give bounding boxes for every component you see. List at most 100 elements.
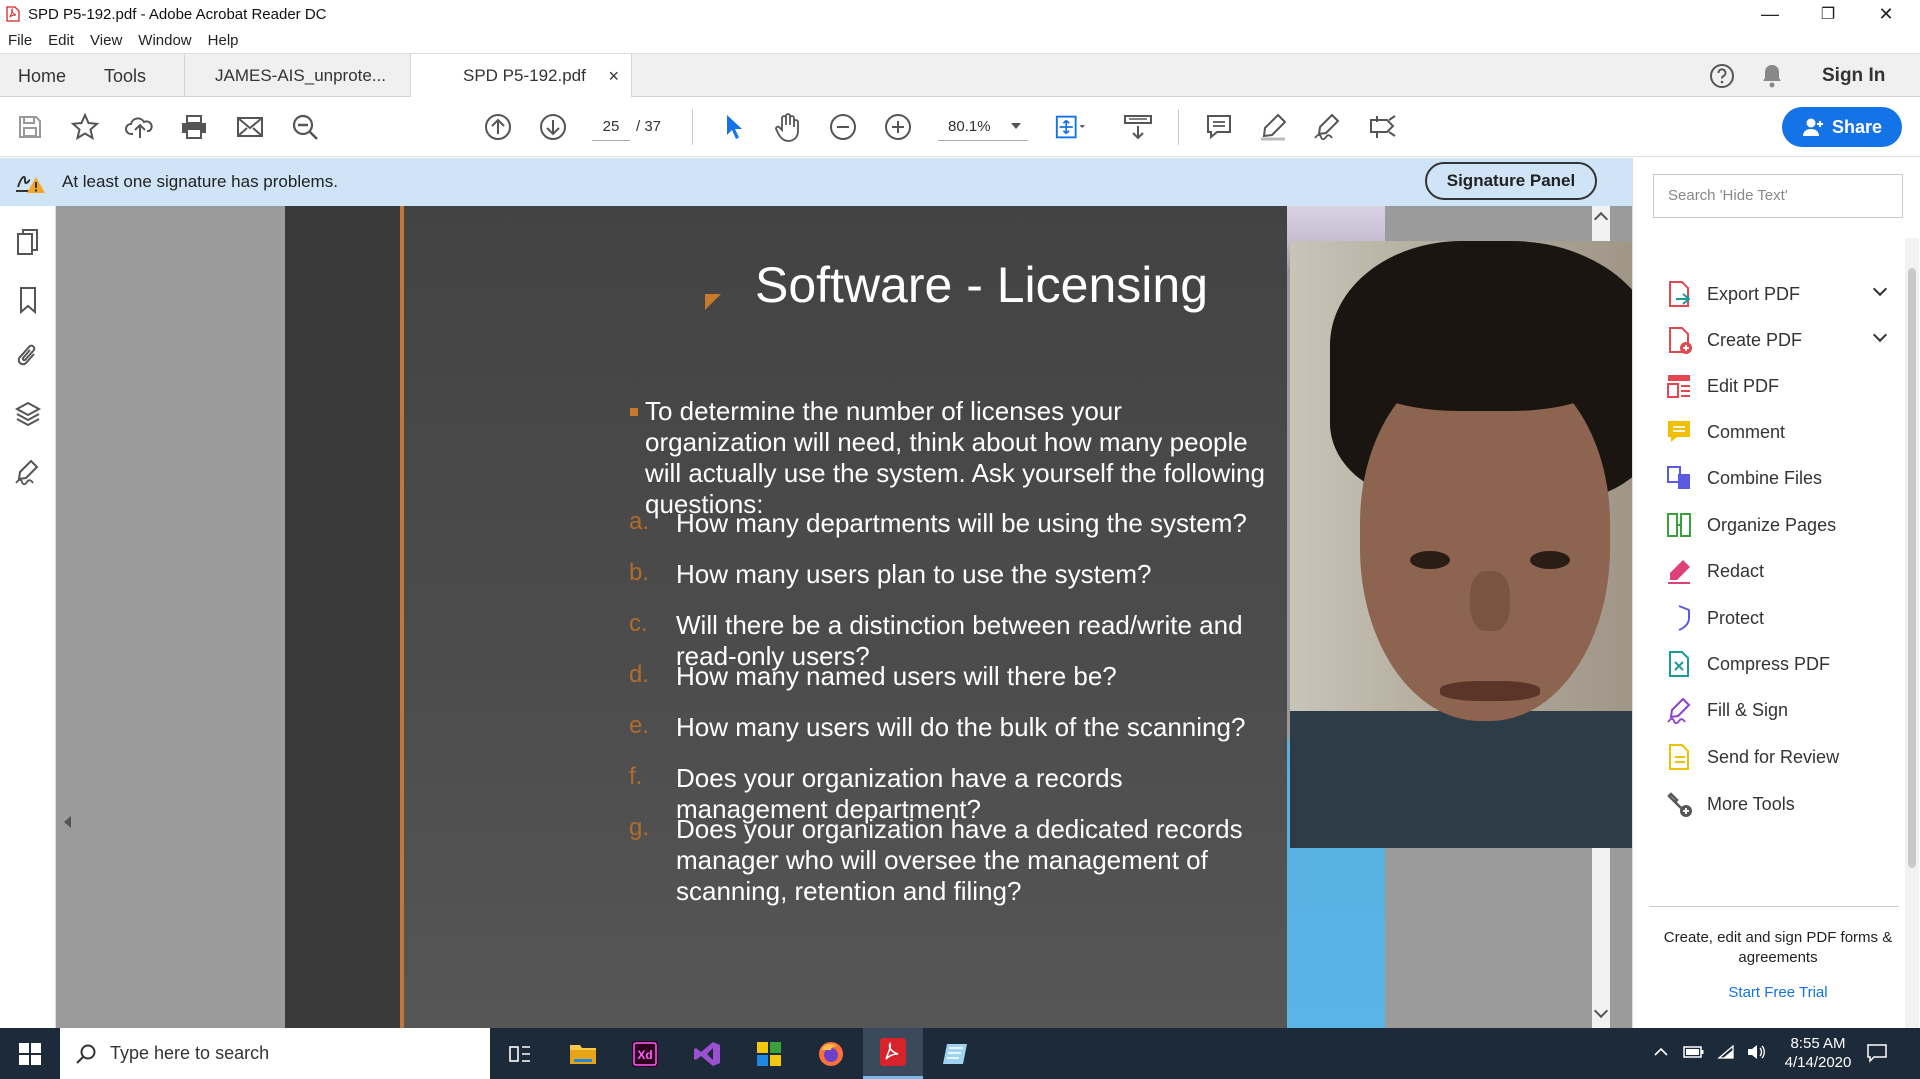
signature-warning-icon <box>14 167 46 197</box>
tool-label: More Tools <box>1707 793 1795 814</box>
tool-label: Combine Files <box>1707 467 1823 488</box>
taskbar-search-placeholder: Type here to search <box>110 1043 270 1063</box>
battery-icon[interactable] <box>1683 1044 1705 1065</box>
scrollbar-thumb[interactable] <box>1908 268 1916 868</box>
menu-help[interactable]: Help <box>208 32 239 49</box>
close-tab-icon[interactable]: × <box>608 66 619 87</box>
tool-redact[interactable]: Redact <box>1665 551 1895 591</box>
upload-cloud-icon[interactable] <box>124 111 156 143</box>
signatures-icon[interactable] <box>12 456 44 488</box>
comment-tool-icon[interactable] <box>1203 111 1235 143</box>
start-free-trial-link[interactable]: Start Free Trial <box>1653 984 1903 1001</box>
tool-create-pdf[interactable]: Create PDF <box>1665 320 1895 360</box>
tray-overflow-icon[interactable] <box>1653 1044 1669 1065</box>
previous-page-icon[interactable] <box>482 111 514 143</box>
menu-edit[interactable]: Edit <box>48 32 74 49</box>
chevron-down-icon[interactable] <box>1872 327 1888 343</box>
tool-combine-files[interactable]: Combine Files <box>1665 458 1895 498</box>
scroll-down-icon[interactable] <box>1593 1003 1609 1019</box>
next-page-icon[interactable] <box>537 111 569 143</box>
zoom-in-icon[interactable] <box>882 111 914 143</box>
menu-window[interactable]: Window <box>138 32 191 49</box>
layers-icon[interactable] <box>12 398 44 430</box>
share-button[interactable]: Share <box>1782 107 1902 147</box>
tool-send-for-review[interactable]: Send for Review <box>1665 737 1895 777</box>
chevron-down-icon[interactable] <box>1872 281 1888 297</box>
tool-edit-pdf[interactable]: Edit PDF <box>1665 366 1895 406</box>
tool-label: Comment <box>1707 421 1786 442</box>
notification-bell-icon[interactable] <box>1756 60 1788 92</box>
hand-tool-icon[interactable] <box>772 111 804 143</box>
webcam-eye <box>1410 551 1450 569</box>
taskbar-search-box[interactable]: Type here to search <box>60 1028 490 1079</box>
page-thumbnails-icon[interactable] <box>12 226 44 258</box>
protect-icon <box>1665 604 1693 632</box>
tools-divider <box>1649 906 1899 907</box>
tool-organize-pages[interactable]: Organize Pages <box>1665 505 1895 545</box>
webcam-nose <box>1470 571 1510 631</box>
visual-studio-icon[interactable] <box>677 1028 737 1079</box>
signature-panel-button[interactable]: Signature Panel <box>1425 162 1597 200</box>
print-icon[interactable] <box>178 111 210 143</box>
acrobat-reader-taskbar-icon[interactable] <box>863 1028 923 1079</box>
sign-in-link[interactable]: Sign In <box>1822 54 1885 98</box>
file-explorer-icon[interactable] <box>553 1028 613 1079</box>
tab-document-james[interactable]: JAMES-AIS_unprote... <box>184 54 410 98</box>
select-cursor-icon[interactable] <box>718 111 750 143</box>
star-icon[interactable] <box>69 111 101 143</box>
wifi-icon[interactable] <box>1717 1044 1735 1065</box>
zoom-dropdown-icon[interactable] <box>1011 123 1021 129</box>
share-link-icon[interactable] <box>1367 111 1399 143</box>
email-icon[interactable] <box>234 111 266 143</box>
tab-home[interactable]: Home <box>18 54 66 98</box>
menu-file[interactable]: File <box>8 32 32 49</box>
tab-document-spd[interactable]: SPD P5-192.pdf × <box>410 54 632 98</box>
start-button[interactable] <box>0 1028 60 1079</box>
app-tiles-icon[interactable] <box>739 1028 799 1079</box>
tool-fill-sign[interactable]: Fill & Sign <box>1665 690 1895 730</box>
action-center-icon[interactable] <box>1866 1042 1888 1069</box>
page-number-input[interactable]: 25 <box>592 113 630 141</box>
bookmarks-icon[interactable] <box>12 284 44 316</box>
tool-protect[interactable]: Protect <box>1665 598 1895 638</box>
highlight-pen-icon[interactable] <box>1257 111 1289 143</box>
tools-pane-scrollbar[interactable] <box>1905 238 1919 1028</box>
tab-bar: Home Tools JAMES-AIS_unprote... SPD P5-1… <box>0 53 1920 98</box>
restore-button[interactable]: ❐ <box>1800 0 1856 28</box>
slide-title: Software - Licensing <box>755 257 1209 313</box>
tool-export-pdf[interactable]: Export PDF <box>1665 274 1895 314</box>
scroll-up-icon[interactable] <box>1593 211 1609 227</box>
signature-warning-text: At least one signature has problems. <box>62 172 338 191</box>
tool-more-tools[interactable]: More Tools <box>1665 784 1895 824</box>
minimize-button[interactable]: — <box>1742 0 1798 28</box>
help-icon[interactable] <box>1706 60 1738 92</box>
svg-text:Xd: Xd <box>637 1048 652 1062</box>
adobe-xd-icon[interactable]: Xd <box>615 1028 675 1079</box>
notes-app-icon[interactable] <box>925 1028 985 1079</box>
search-icon[interactable] <box>289 111 321 143</box>
zoom-out-icon[interactable] <box>827 111 859 143</box>
close-window-button[interactable]: ✕ <box>1858 0 1914 28</box>
task-view-icon[interactable] <box>490 1028 550 1079</box>
collapse-left-pane-icon[interactable] <box>64 816 71 828</box>
create-pdf-icon <box>1665 326 1693 354</box>
firefox-icon[interactable] <box>801 1028 861 1079</box>
attachments-icon[interactable] <box>12 340 44 372</box>
save-icon[interactable] <box>14 111 46 143</box>
scrolling-mode-icon[interactable] <box>1122 111 1154 143</box>
slide-page: Software - Licensing To determine the nu… <box>285 206 1287 1028</box>
tool-compress-pdf[interactable]: Compress PDF <box>1665 644 1895 684</box>
menu-view[interactable]: View <box>90 32 122 49</box>
sign-tool-icon[interactable] <box>1312 111 1344 143</box>
tray-clock[interactable]: 8:55 AM 4/14/2020 <box>1768 1034 1868 1072</box>
tab-document-spd-label: SPD P5-192.pdf <box>463 66 586 85</box>
tools-search-input[interactable]: Search 'Hide Text' <box>1653 174 1903 218</box>
tool-comment[interactable]: Comment <box>1665 412 1895 452</box>
fit-page-icon[interactable] <box>1054 111 1086 143</box>
tab-tools[interactable]: Tools <box>104 54 146 98</box>
question-text: How many users will do the bulk of the s… <box>676 712 1246 742</box>
tool-label: Create PDF <box>1707 329 1803 350</box>
webcam-face <box>1360 361 1610 721</box>
volume-icon[interactable] <box>1746 1044 1766 1065</box>
edit-pdf-icon <box>1665 372 1693 400</box>
